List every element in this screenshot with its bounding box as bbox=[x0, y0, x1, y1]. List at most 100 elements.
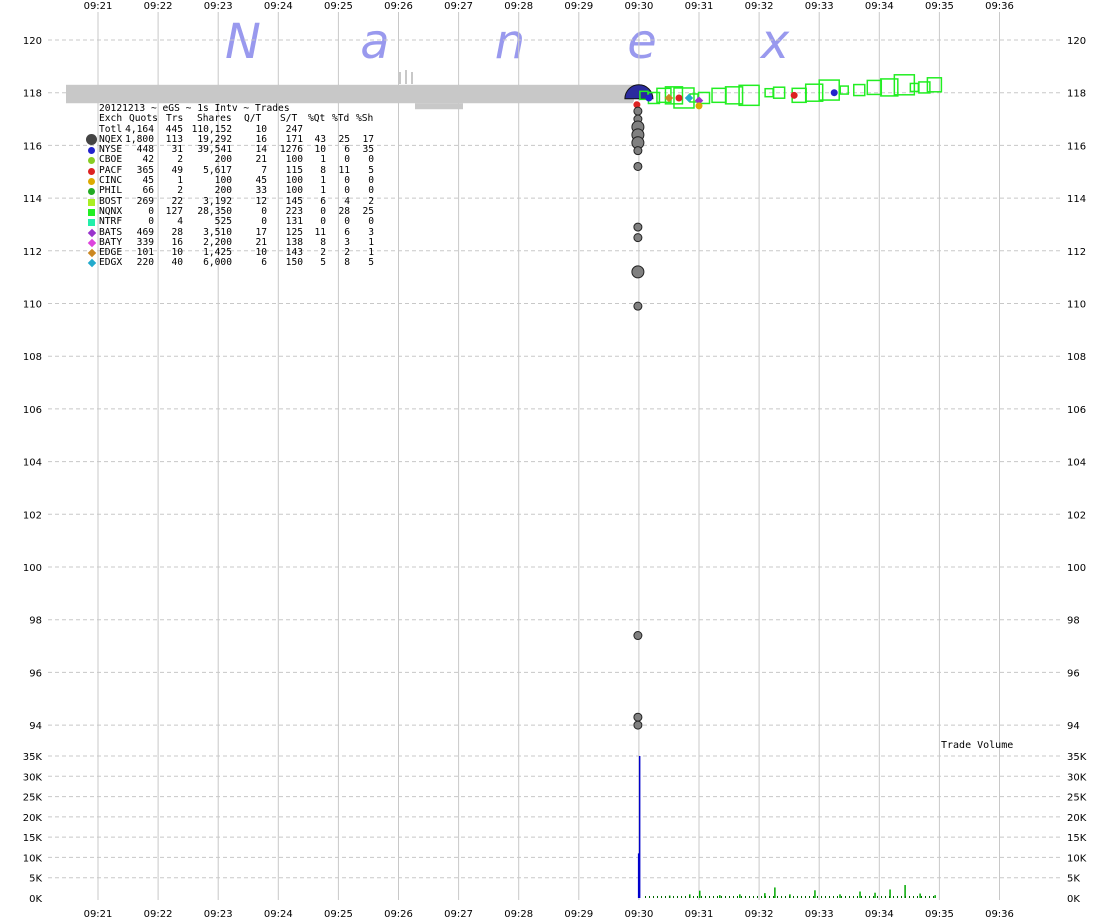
x-tick-label: 09:30 bbox=[624, 1, 653, 12]
volume-baseline-tick bbox=[813, 896, 814, 898]
volume-baseline-tick bbox=[885, 896, 886, 898]
col-pqt: %Qt bbox=[308, 113, 326, 125]
quote-band-spike bbox=[411, 72, 413, 84]
volume-baseline-tick bbox=[853, 896, 854, 898]
opening-trade-marker bbox=[633, 161, 643, 171]
volume-baseline-tick bbox=[825, 896, 826, 898]
volume-bar bbox=[919, 893, 921, 898]
trade-marker-nqnx bbox=[711, 87, 727, 104]
y-tick-label-left: 96 bbox=[29, 668, 42, 679]
legend-marker bbox=[87, 259, 97, 268]
x-tick-label: 09:32 bbox=[745, 909, 774, 920]
x-tick-label: 09:25 bbox=[324, 909, 353, 920]
legend-marker bbox=[88, 198, 95, 206]
volume-baseline-tick bbox=[685, 896, 686, 898]
y-tick-label-left: 110 bbox=[23, 300, 42, 311]
volume-baseline-tick bbox=[933, 896, 934, 898]
opening-trade-marker bbox=[631, 265, 645, 279]
volume-bar bbox=[859, 891, 861, 898]
watermark: Na n e x bbox=[225, 14, 790, 70]
volume-tick-label-right: 15K bbox=[1067, 833, 1087, 844]
volume-tick-label-left: 25K bbox=[23, 793, 43, 804]
x-tick-label: 09:32 bbox=[745, 1, 774, 12]
volume-baseline-tick bbox=[705, 896, 706, 898]
opening-trade-marker bbox=[633, 233, 643, 243]
volume-baseline-tick bbox=[921, 896, 922, 898]
x-tick-labels-top: 09:21 09:22 09:23 09:24 09:25 09:26 09:27 09:28… bbox=[84, 1, 1014, 12]
stats-cell-trs: 40 bbox=[171, 257, 183, 269]
volume-baseline-tick bbox=[681, 896, 682, 898]
stats-cell-quots: 220 bbox=[136, 257, 154, 269]
legend-marker bbox=[87, 228, 97, 237]
legend-marker bbox=[88, 188, 95, 196]
volume-baseline-tick bbox=[857, 896, 858, 898]
volume-baseline-tick bbox=[749, 896, 750, 898]
trade-volume-label: Trade Volume bbox=[941, 740, 1014, 751]
opening-trade-markers bbox=[631, 106, 645, 730]
volume-baseline-tick bbox=[877, 896, 878, 898]
volume-baseline-tick bbox=[797, 896, 798, 898]
volume-baseline-tick bbox=[897, 896, 898, 898]
stats-cell-ptd: 8 bbox=[344, 257, 350, 269]
volume-tick-label-left: 5K bbox=[29, 874, 42, 885]
y-tick-label-right: 106 bbox=[1067, 405, 1086, 416]
y-tick-label-right: 98 bbox=[1067, 616, 1080, 627]
x-tick-label: 09:29 bbox=[564, 909, 593, 920]
y-tick-label-right: 102 bbox=[1067, 510, 1086, 521]
volume-tick-label-left: 35K bbox=[23, 752, 43, 763]
y-tick-label-right: 120 bbox=[1067, 36, 1086, 47]
volume-bars bbox=[637, 756, 936, 898]
volume-baseline-tick bbox=[753, 896, 754, 898]
volume-tick-label-right: 30K bbox=[1067, 772, 1087, 783]
x-tick-label: 09:24 bbox=[264, 909, 293, 920]
stats-row-edgx: EDGX 220 40 6,000 6 150 5 8 5 bbox=[86, 258, 396, 268]
volume-baseline-tick bbox=[917, 896, 918, 898]
volume-baseline-tick bbox=[653, 896, 654, 898]
y-tick-label-left: 106 bbox=[23, 405, 42, 416]
volume-baseline-tick bbox=[661, 896, 662, 898]
y-tick-label-right: 118 bbox=[1067, 89, 1086, 100]
legend-marker bbox=[88, 219, 95, 227]
volume-baseline-tick bbox=[669, 896, 670, 898]
volume-baseline-tick bbox=[785, 896, 786, 898]
x-tick-label: 09:22 bbox=[144, 1, 173, 12]
stats-cell-pqt: 5 bbox=[320, 257, 326, 269]
volume-baseline-tick bbox=[905, 896, 906, 898]
volume-baseline-tick bbox=[801, 896, 802, 898]
volume-baseline-tick bbox=[701, 896, 702, 898]
x-tick-label: 09:30 bbox=[624, 909, 653, 920]
volume-baseline-tick bbox=[745, 896, 746, 898]
volume-tick-label-left: 10K bbox=[23, 853, 43, 864]
volume-baseline-tick bbox=[765, 896, 766, 898]
volume-baseline-tick bbox=[725, 896, 726, 898]
volume-baseline-tick bbox=[761, 896, 762, 898]
legend-marker bbox=[86, 133, 97, 145]
volume-baseline-tick bbox=[861, 896, 862, 898]
opening-trade-marker bbox=[633, 222, 643, 232]
post-open-trade-markers bbox=[639, 74, 943, 110]
volume-baseline-tick bbox=[709, 896, 710, 898]
volume-baseline-tick bbox=[737, 896, 738, 898]
volume-baseline-tick bbox=[925, 896, 926, 898]
y-tick-label-left: 120 bbox=[23, 36, 42, 47]
x-tick-label: 09:26 bbox=[384, 1, 413, 12]
trade-marker-nyse bbox=[830, 89, 838, 97]
x-tick-label: 09:26 bbox=[384, 909, 413, 920]
stats-cell-psh: 5 bbox=[368, 257, 374, 269]
stats-cell-shares: 6,000 bbox=[203, 257, 232, 269]
volume-bar bbox=[699, 890, 701, 898]
volume-baseline-tick bbox=[833, 896, 834, 898]
y-tick-label-right: 116 bbox=[1067, 141, 1086, 152]
y-tick-label-left: 104 bbox=[23, 458, 42, 469]
trade-marker-cinc bbox=[695, 102, 703, 110]
y-tick-label-left: 98 bbox=[29, 616, 42, 627]
y-tick-label-left: 108 bbox=[23, 352, 42, 363]
volume-baseline-tick bbox=[913, 896, 914, 898]
exchange-stats-table: 20121213 ~ eGS ~ 1s Intv ~ Trades Exch Q… bbox=[86, 103, 396, 269]
y-tick-label-right: 100 bbox=[1067, 563, 1086, 574]
opening-trade-marker bbox=[633, 712, 643, 722]
volume-tick-label-right: 25K bbox=[1067, 793, 1087, 804]
volume-baseline-tick bbox=[689, 896, 690, 898]
x-tick-label: 09:34 bbox=[865, 1, 894, 12]
trade-marker-nqnx bbox=[880, 78, 899, 97]
